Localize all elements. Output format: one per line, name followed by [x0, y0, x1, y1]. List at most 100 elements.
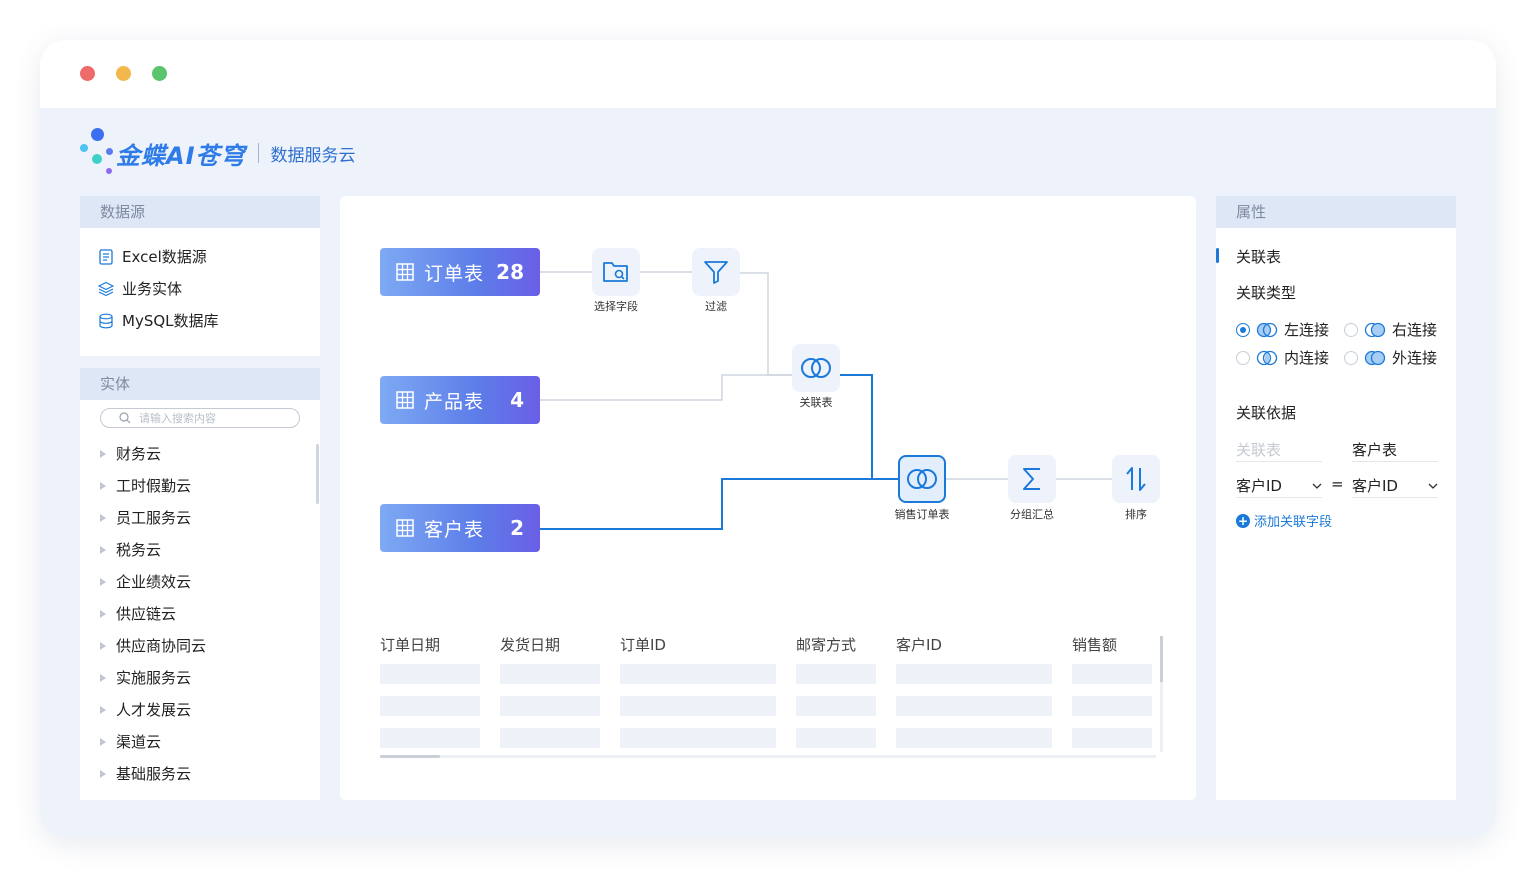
expand-triangle-icon: [100, 769, 106, 778]
properties-panel: 属性 关联表 关联类型 左连接 右连接 内连接 外连接 关联依据 关联表 客户表…: [1216, 196, 1456, 800]
node-sales-order[interactable]: [898, 455, 946, 503]
source-table-count: 2: [510, 516, 524, 540]
node-sort[interactable]: [1112, 455, 1160, 503]
table-icon: [396, 391, 414, 409]
radio-button[interactable]: [1236, 322, 1250, 337]
table-vertical-scrollbar[interactable]: [1160, 636, 1163, 752]
expand-triangle-icon: [100, 545, 106, 554]
datasource-panel: 数据源 Excel数据源 业务实体 MySQL数据库: [80, 196, 320, 356]
entity-item-label: 人才发展云: [116, 701, 192, 719]
column-header: 邮寄方式: [796, 636, 857, 654]
radio-button[interactable]: [1344, 350, 1358, 365]
source-table-count: 28: [496, 260, 524, 284]
expand-triangle-icon: [100, 609, 106, 618]
join-type-inner[interactable]: 内连接: [1236, 347, 1329, 368]
datasource-item-excel[interactable]: Excel数据源: [98, 246, 207, 267]
table-icon: [396, 263, 414, 281]
join-circles-icon: [801, 358, 831, 378]
logo-mark-icon: [80, 128, 116, 178]
column-header: 客户ID: [896, 636, 942, 654]
join-type-label: 左连接: [1284, 321, 1330, 339]
entity-item[interactable]: 人才发展云: [100, 699, 191, 720]
entity-item[interactable]: 实施服务云: [100, 667, 191, 688]
join-right-field-value: 客户ID: [1352, 477, 1398, 495]
expand-triangle-icon: [100, 449, 106, 458]
entity-item[interactable]: 渠道云: [100, 731, 161, 752]
entity-search-input[interactable]: 请输入搜索内容: [100, 408, 300, 428]
chevron-down-icon: [1428, 483, 1438, 489]
tab-join-table[interactable]: 关联表: [1236, 246, 1281, 267]
minimize-window-button[interactable]: [116, 66, 131, 81]
equals-sign: =: [1331, 475, 1344, 493]
expand-triangle-icon: [100, 577, 106, 586]
join-type-label: 右连接: [1392, 321, 1438, 339]
join-left-field-value: 客户ID: [1236, 477, 1282, 495]
entity-item[interactable]: 税务云: [100, 539, 161, 560]
expand-triangle-icon: [100, 513, 106, 522]
entity-scrollbar[interactable]: [316, 444, 319, 504]
maximize-window-button[interactable]: [152, 66, 167, 81]
radio-button[interactable]: [1344, 322, 1358, 337]
node-select-fields-label: 选择字段: [594, 300, 638, 313]
column-header: 订单ID: [620, 636, 666, 654]
datasource-item-label: Excel数据源: [122, 248, 207, 266]
column-header: 销售额: [1072, 636, 1118, 654]
node-select-fields[interactable]: [592, 248, 640, 296]
datasource-item-business-entity[interactable]: 业务实体: [98, 278, 182, 299]
sigma-icon: [1023, 468, 1040, 490]
app-window: 金蝶AI苍穹 数据服务云 数据源 Excel数据源 业务实体 MySQL数据库 …: [40, 40, 1496, 838]
flow-canvas: 订单表 28 产品表 4 客户表 2 选择字段 过滤 关联表 销售订单表 分组汇…: [340, 196, 1196, 800]
entity-item-label: 供应链云: [116, 605, 177, 623]
node-join[interactable]: [792, 344, 840, 392]
entity-item[interactable]: 员工服务云: [100, 507, 191, 528]
join-type-right[interactable]: 右连接: [1344, 319, 1437, 340]
node-sales-order-label: 销售订单表: [894, 508, 950, 521]
product-name: 数据服务云: [270, 145, 356, 166]
column-header: 订单日期: [380, 636, 441, 654]
entity-item[interactable]: 工时假勤云: [100, 475, 191, 496]
join-type-outer[interactable]: 外连接: [1344, 347, 1437, 368]
table-horizontal-scrollbar[interactable]: [380, 755, 1156, 758]
add-join-field-link[interactable]: + 添加关联字段: [1236, 511, 1332, 530]
add-join-field-label: 添加关联字段: [1254, 515, 1333, 530]
datasource-item-label: 业务实体: [122, 280, 183, 298]
entity-item[interactable]: 企业绩效云: [100, 571, 191, 592]
source-table-name: 产品表: [424, 390, 485, 413]
source-table-count: 4: [510, 388, 524, 412]
join-left-field-select[interactable]: 客户ID: [1236, 475, 1322, 496]
entity-item-label: 供应商协同云: [116, 637, 207, 655]
source-table-products[interactable]: 产品表 4: [380, 376, 540, 424]
entity-panel-title: 实体: [80, 368, 320, 400]
database-icon: [99, 313, 113, 328]
active-tab-indicator: [1216, 248, 1219, 263]
entity-item-label: 企业绩效云: [116, 573, 192, 591]
node-filter[interactable]: [692, 248, 740, 296]
join-circles-icon: [907, 469, 937, 489]
entity-item[interactable]: 供应商协同云: [100, 635, 206, 656]
join-right-header: 客户表: [1352, 441, 1398, 459]
join-type-left[interactable]: 左连接: [1236, 319, 1329, 340]
column-header: 发货日期: [500, 636, 561, 654]
close-window-button[interactable]: [80, 66, 95, 81]
entity-item[interactable]: 供应链云: [100, 603, 176, 624]
node-sort-label: 排序: [1125, 508, 1147, 521]
source-table-orders[interactable]: 订单表 28: [380, 248, 540, 296]
node-group-sum-label: 分组汇总: [1010, 508, 1054, 521]
datasource-item-mysql[interactable]: MySQL数据库: [98, 310, 219, 331]
add-circle-icon: +: [1236, 513, 1250, 528]
join-basis-title: 关联依据: [1236, 404, 1297, 422]
layers-icon: [98, 281, 114, 296]
node-group-sum[interactable]: [1008, 455, 1056, 503]
brand-separator: [257, 143, 259, 163]
search-placeholder: 请输入搜索内容: [139, 412, 216, 425]
search-icon: [119, 412, 131, 424]
join-right-field-select[interactable]: 客户ID: [1352, 475, 1438, 496]
entity-item-label: 税务云: [116, 541, 162, 559]
excel-file-icon: [99, 248, 113, 265]
entity-item[interactable]: 基础服务云: [100, 763, 191, 784]
expand-triangle-icon: [100, 705, 106, 714]
brand-name: 金蝶AI苍穹: [116, 141, 246, 170]
source-table-customers[interactable]: 客户表 2: [380, 504, 540, 552]
entity-item[interactable]: 财务云: [100, 443, 161, 464]
radio-button[interactable]: [1236, 350, 1250, 365]
